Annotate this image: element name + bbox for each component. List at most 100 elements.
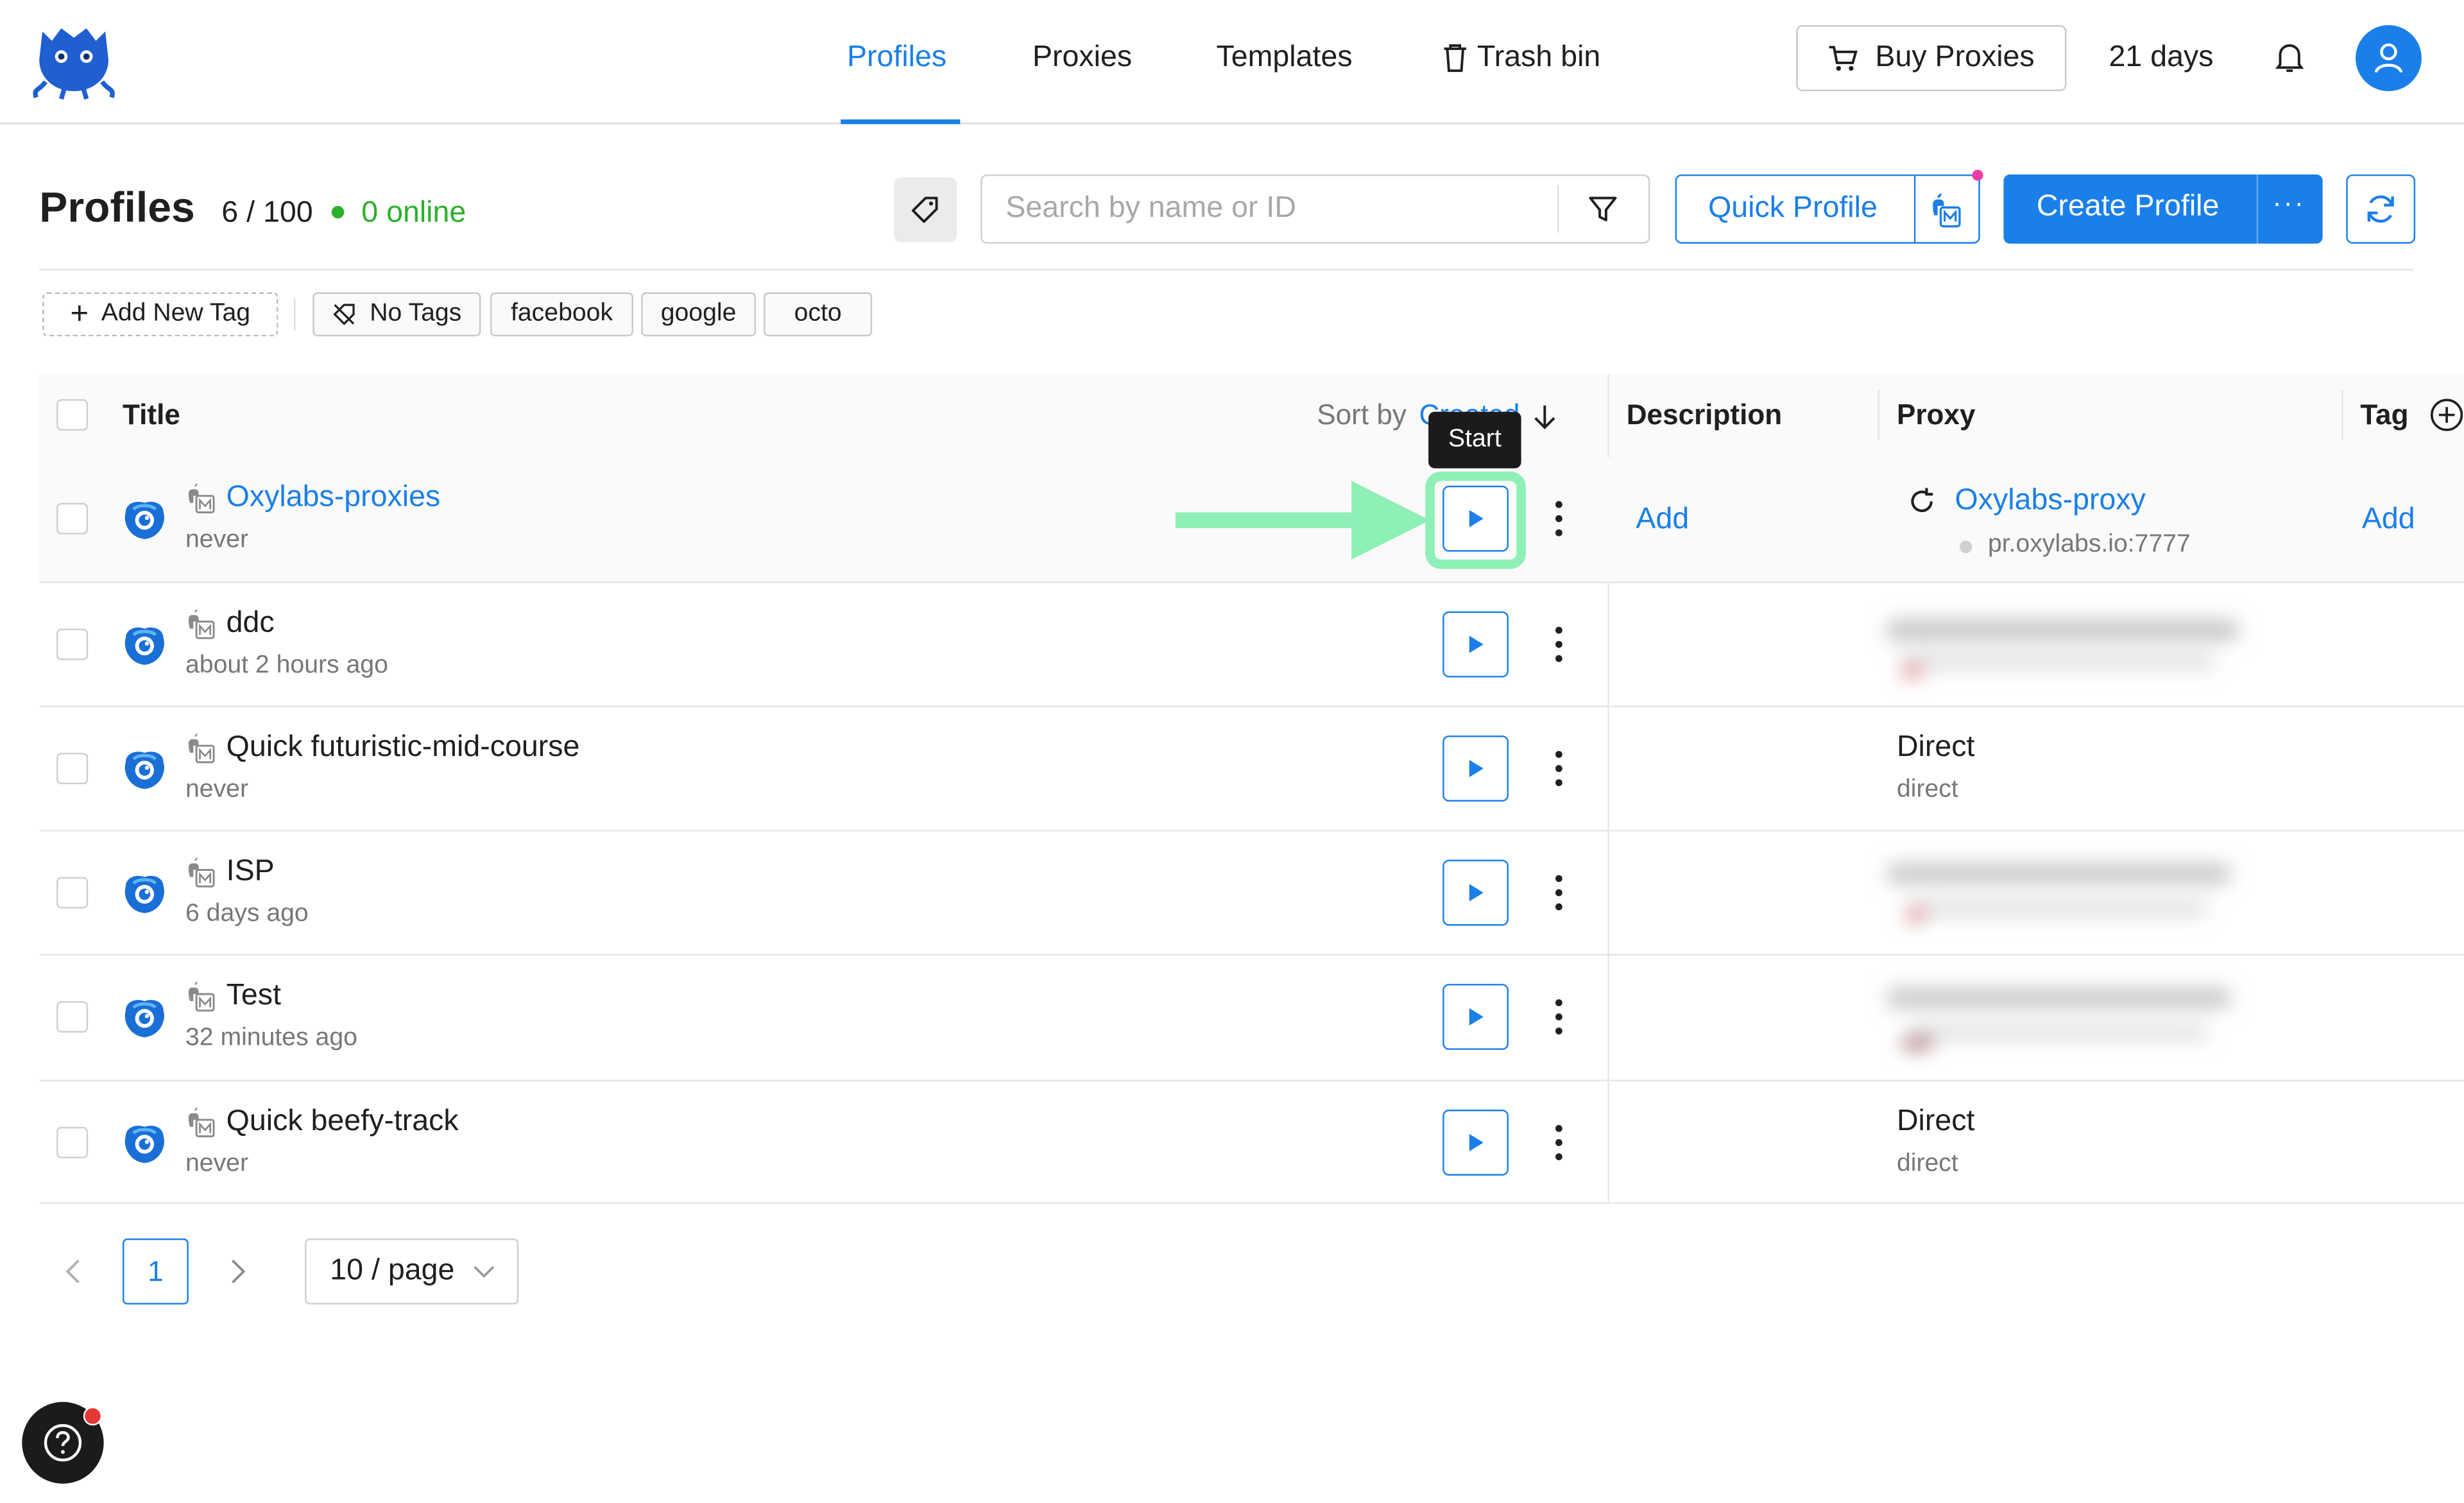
add-new-tag-button[interactable]: + Add New Tag — [42, 292, 278, 337]
start-button[interactable] — [1442, 859, 1509, 926]
tag-no-tags-label: No Tags — [370, 300, 462, 327]
quick-profile-button[interactable]: Quick Profile — [1708, 192, 1878, 227]
start-button[interactable] — [1442, 1109, 1509, 1176]
arrow-down-icon — [1534, 404, 1555, 429]
profile-title[interactable]: Quick beefy-track — [227, 1105, 459, 1140]
more-options-icon[interactable] — [1554, 1124, 1564, 1169]
online-status-dot — [331, 205, 345, 219]
proxy-blurred — [1885, 610, 2247, 685]
profile-title[interactable]: Quick futuristic-mid-course — [227, 731, 580, 766]
nav-trash-bin[interactable]: Trash bin — [1442, 41, 1600, 76]
start-button[interactable] — [1442, 611, 1509, 678]
select-all-checkbox[interactable] — [56, 399, 89, 431]
create-profile-button[interactable]: Create Profile — [2037, 190, 2220, 225]
add-column-icon[interactable] — [2429, 398, 2464, 440]
page-title: Profiles — [39, 184, 195, 232]
next-page-icon[interactable] — [230, 1257, 248, 1293]
start-button[interactable] — [1442, 735, 1509, 802]
profile-last-run: never — [185, 526, 249, 554]
table-header — [39, 374, 2464, 459]
profile-avatar-icon — [121, 995, 168, 1050]
tag-facebook[interactable]: facebook — [490, 292, 633, 337]
tags-divider — [293, 298, 296, 331]
help-notification-dot — [83, 1406, 103, 1426]
macos-icon — [185, 608, 217, 648]
search-input[interactable] — [1005, 190, 1541, 228]
start-button[interactable] — [1442, 984, 1509, 1050]
tag-no-tags[interactable]: No Tags — [312, 292, 481, 337]
profile-last-run: about 2 hours ago — [185, 652, 388, 679]
row-checkbox[interactable] — [56, 877, 89, 909]
subscription-days: 21 days — [2109, 40, 2214, 74]
table-row[interactable] — [39, 707, 2464, 832]
page-1-button[interactable]: 1 — [123, 1238, 189, 1305]
proxy-address: direct — [1896, 776, 1958, 803]
filter-icon[interactable] — [1587, 193, 1618, 232]
profile-title[interactable]: ddc — [227, 606, 275, 641]
row-checkbox[interactable] — [56, 1126, 89, 1158]
profile-title[interactable]: Oxylabs-proxies — [227, 481, 441, 515]
macos-icon — [185, 857, 217, 896]
quick-profile-os-icon[interactable] — [1928, 192, 1966, 237]
user-icon — [2374, 43, 2403, 73]
profile-title[interactable]: ISP — [227, 855, 275, 889]
refresh-icon — [2367, 195, 2394, 223]
tag-filter-button[interactable] — [894, 177, 957, 243]
chevron-down-icon — [474, 1266, 495, 1278]
bell-icon[interactable] — [2274, 41, 2306, 83]
profile-avatar-icon — [121, 871, 168, 926]
user-avatar[interactable] — [2356, 25, 2422, 92]
proxy-rotate-icon[interactable] — [1906, 486, 1938, 525]
octo-logo-icon[interactable] — [30, 19, 118, 100]
profile-avatar-icon — [121, 746, 168, 802]
row-checkbox[interactable] — [56, 502, 89, 535]
profile-title[interactable]: Test — [227, 979, 281, 1014]
trash-icon — [1444, 44, 1466, 73]
more-options-icon[interactable] — [1554, 874, 1564, 920]
no-tag-icon — [334, 304, 355, 325]
page-size-value: 10 / page — [330, 1254, 455, 1287]
more-options-icon[interactable] — [1554, 500, 1564, 545]
search-divider — [1557, 185, 1559, 233]
macos-icon — [185, 981, 217, 1020]
description-add-link[interactable]: Add — [1636, 503, 1689, 538]
nav-proxies[interactable]: Proxies — [1032, 41, 1132, 76]
new-feature-dot — [1972, 169, 1983, 181]
profile-last-run: 32 minutes ago — [185, 1024, 357, 1052]
proxy-blurred — [1885, 981, 2239, 1056]
row-checkbox[interactable] — [56, 753, 89, 785]
refresh-button[interactable] — [2346, 174, 2416, 244]
page-size-select[interactable]: 10 / page — [305, 1238, 519, 1305]
profile-avatar-icon — [121, 623, 168, 678]
col-description-header: Description — [1626, 399, 1783, 431]
col-proxy-header: Proxy — [1896, 399, 1976, 431]
tags-add-link[interactable]: Add — [2362, 503, 2415, 538]
macos-icon — [185, 732, 217, 771]
proxy-address: direct — [1896, 1150, 1958, 1178]
plus-icon: + — [70, 296, 89, 332]
row-checkbox[interactable] — [56, 628, 89, 660]
create-profile-more-button[interactable]: ··· — [2272, 187, 2305, 219]
more-options-icon[interactable] — [1554, 626, 1564, 671]
more-options-icon[interactable] — [1554, 750, 1564, 795]
proxy-name: Direct — [1896, 1104, 1975, 1138]
prev-page-icon[interactable] — [63, 1257, 81, 1293]
table-row[interactable] — [39, 1081, 2464, 1204]
row-checkbox[interactable] — [56, 1001, 89, 1033]
nav-templates[interactable]: Templates — [1217, 41, 1353, 76]
buy-proxies-button[interactable]: Buy Proxies — [1796, 25, 2067, 92]
start-highlight — [1425, 471, 1526, 569]
nav-profiles[interactable]: Profiles — [847, 41, 946, 76]
header-divider — [39, 268, 2414, 271]
tag-octo[interactable]: octo — [764, 292, 873, 337]
tag-google[interactable]: google — [641, 292, 756, 337]
proxy-address: pr.oxylabs.io:7777 — [1987, 531, 2191, 558]
more-options-icon[interactable] — [1554, 998, 1564, 1044]
column-divider-tags — [2341, 390, 2343, 440]
macos-icon — [185, 483, 217, 522]
create-profile-divider — [2256, 174, 2259, 244]
play-icon — [1469, 1133, 1484, 1151]
col-tags-header: Tag — [2360, 399, 2409, 431]
proxy-name-link[interactable]: Oxylabs-proxy — [1955, 484, 2146, 519]
proxy-name: Direct — [1896, 730, 1975, 764]
